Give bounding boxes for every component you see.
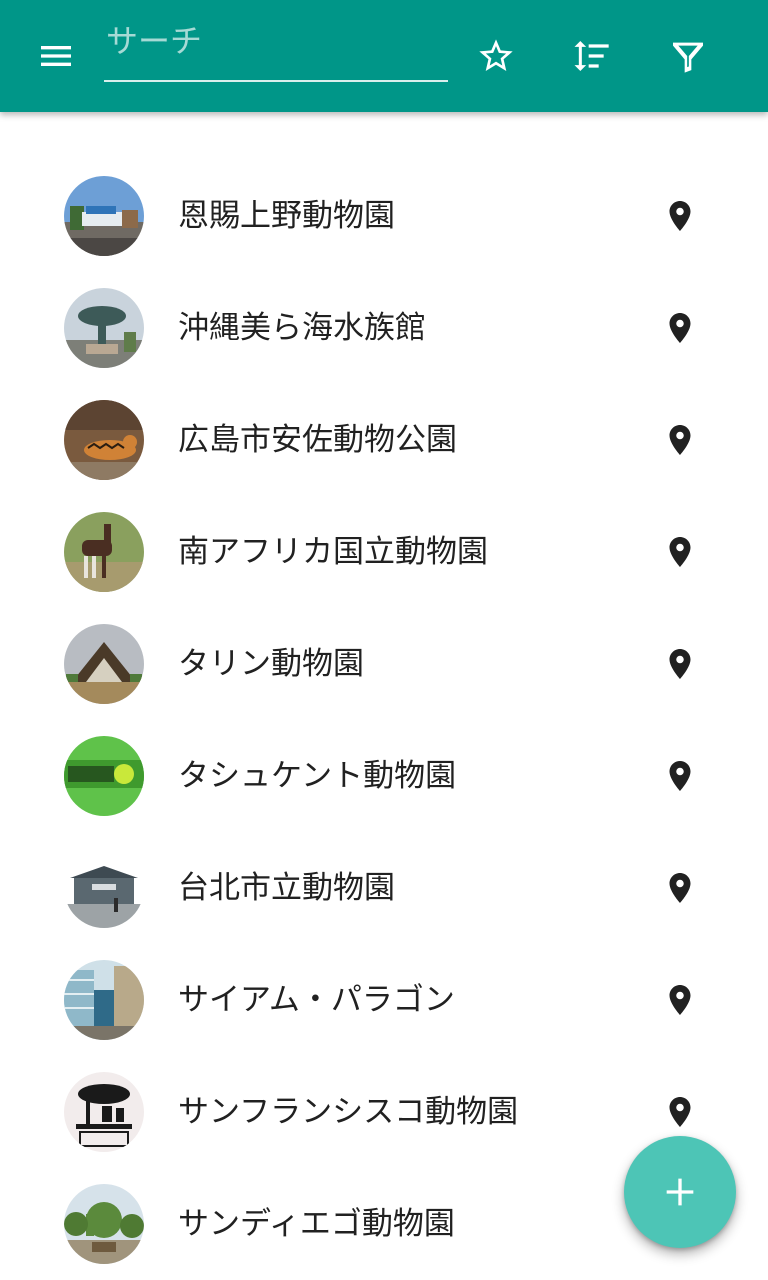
list-item[interactable]: サイアム・パラゴン [0, 944, 768, 1056]
zoo-list: 恩賜上野動物園 沖縄美ら海水族館 広島市安佐動物公園 南アフリカ国立動物園 タリ… [0, 160, 768, 1280]
filter-icon [673, 42, 703, 73]
thumbnail [64, 288, 144, 368]
list-item[interactable]: 台北市立動物園 [0, 832, 768, 944]
list-item-label: サンディエゴ動物園 [178, 1206, 455, 1242]
location-pin-icon [669, 313, 691, 343]
list-item-label: 沖縄美ら海水族館 [178, 310, 426, 346]
location-pin-icon [669, 873, 691, 903]
location-button[interactable] [656, 640, 704, 688]
list-item-label: 恩賜上野動物園 [178, 198, 395, 234]
app-screen: 恩賜上野動物園 沖縄美ら海水族館 [0, 0, 768, 1280]
location-pin-icon [669, 1097, 691, 1127]
location-pin-icon [669, 761, 691, 791]
list-item-label: サンフランシスコ動物園 [178, 1094, 519, 1130]
location-button[interactable] [656, 192, 704, 240]
location-button[interactable] [656, 416, 704, 464]
list-item[interactable]: 恩賜上野動物園 [0, 160, 768, 272]
location-button[interactable] [656, 1088, 704, 1136]
list-item[interactable]: 広島市安佐動物公園 [0, 384, 768, 496]
star-outline-icon [479, 39, 513, 71]
sort-button[interactable] [560, 24, 624, 88]
plus-icon [666, 1178, 694, 1206]
sort-icon [574, 41, 609, 71]
thumbnail [64, 1072, 144, 1152]
search-input[interactable] [104, 18, 448, 78]
list-item[interactable]: タリン動物園 [0, 608, 768, 720]
thumbnail [64, 960, 144, 1040]
favorites-button[interactable] [464, 24, 528, 88]
location-button[interactable] [656, 304, 704, 352]
location-button[interactable] [656, 528, 704, 576]
thumbnail [64, 512, 144, 592]
thumbnail [64, 400, 144, 480]
list-item-label: タシュケント動物園 [178, 758, 457, 794]
list-item-label: 台北市立動物園 [178, 870, 395, 906]
add-button[interactable] [624, 1136, 736, 1248]
thumbnail [64, 848, 144, 928]
menu-icon [41, 46, 71, 66]
search-field [104, 18, 448, 82]
list-item-label: タリン動物園 [178, 646, 364, 682]
filter-button[interactable] [656, 24, 720, 88]
location-pin-icon [669, 425, 691, 455]
list-item-label: 広島市安佐動物公園 [178, 422, 457, 458]
location-button[interactable] [656, 752, 704, 800]
app-toolbar [0, 0, 768, 112]
list-item[interactable]: タシュケント動物園 [0, 720, 768, 832]
thumbnail [64, 624, 144, 704]
thumbnail [64, 736, 144, 816]
menu-button[interactable] [24, 24, 88, 88]
list-item[interactable]: 南アフリカ国立動物園 [0, 496, 768, 608]
location-button[interactable] [656, 864, 704, 912]
list-item[interactable]: 沖縄美ら海水族館 [0, 272, 768, 384]
thumbnail [64, 176, 144, 256]
location-pin-icon [669, 201, 691, 231]
location-button[interactable] [656, 976, 704, 1024]
thumbnail [64, 1184, 144, 1264]
list-item-label: サイアム・パラゴン [178, 982, 455, 1018]
list-item-label: 南アフリカ国立動物園 [178, 534, 488, 570]
location-pin-icon [669, 537, 691, 567]
location-pin-icon [669, 985, 691, 1015]
location-pin-icon [669, 649, 691, 679]
